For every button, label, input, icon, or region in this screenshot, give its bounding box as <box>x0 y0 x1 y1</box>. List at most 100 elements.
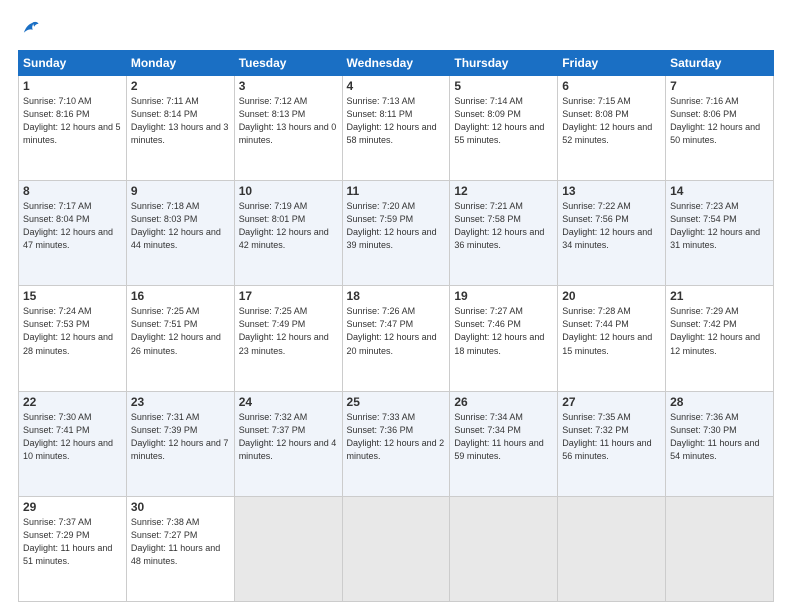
calendar-cell: 29 Sunrise: 7:37 AMSunset: 7:29 PMDayligh… <box>19 496 127 601</box>
calendar-cell: 1 Sunrise: 7:10 AMSunset: 8:16 PMDaylight… <box>19 76 127 181</box>
day-number: 9 <box>131 184 230 198</box>
calendar-cell: 18Sunrise: 7:26 AMSunset: 7:47 PMDayligh… <box>342 286 450 391</box>
calendar-header: SundayMondayTuesdayWednesdayThursdayFrid… <box>19 51 774 76</box>
day-detail: Sunrise: 7:15 AMSunset: 8:08 PMDaylight:… <box>562 95 661 147</box>
day-detail: Sunrise: 7:28 AMSunset: 7:44 PMDaylight:… <box>562 305 661 357</box>
day-number: 5 <box>454 79 553 93</box>
day-detail: Sunrise: 7:11 AMSunset: 8:14 PMDaylight:… <box>131 95 230 147</box>
calendar-cell: 28 Sunrise: 7:36 AMSunset: 7:30 PMDayligh… <box>666 391 774 496</box>
day-number: 20 <box>562 289 661 303</box>
calendar-cell <box>450 496 558 601</box>
logo-bird-icon <box>18 18 40 40</box>
calendar-cell: 25Sunrise: 7:33 AMSunset: 7:36 PMDayligh… <box>342 391 450 496</box>
calendar-cell: 20 Sunrise: 7:28 AMSunset: 7:44 PMDayligh… <box>558 286 666 391</box>
day-detail: Sunrise: 7:25 AMSunset: 7:49 PMDaylight:… <box>239 305 338 357</box>
day-number: 13 <box>562 184 661 198</box>
day-detail: Sunrise: 7:29 AMSunset: 7:42 PMDaylight:… <box>670 305 769 357</box>
day-detail: Sunrise: 7:27 AMSunset: 7:46 PMDaylight:… <box>454 305 553 357</box>
calendar-week-row: 15 Sunrise: 7:24 AMSunset: 7:53 PMDayligh… <box>19 286 774 391</box>
calendar-cell: 17 Sunrise: 7:25 AMSunset: 7:49 PMDayligh… <box>234 286 342 391</box>
day-number: 17 <box>239 289 338 303</box>
day-number: 26 <box>454 395 553 409</box>
day-detail: Sunrise: 7:31 AMSunset: 7:39 PMDaylight:… <box>131 411 230 463</box>
calendar-cell <box>234 496 342 601</box>
day-number: 3 <box>239 79 338 93</box>
day-detail: Sunrise: 7:34 AMSunset: 7:34 PMDaylight:… <box>454 411 553 463</box>
calendar-cell: 19 Sunrise: 7:27 AMSunset: 7:46 PMDayligh… <box>450 286 558 391</box>
day-detail: Sunrise: 7:36 AMSunset: 7:30 PMDaylight:… <box>670 411 769 463</box>
day-detail: Sunrise: 7:20 AMSunset: 7:59 PMDaylight:… <box>347 200 446 252</box>
calendar-cell: 10Sunrise: 7:19 AMSunset: 8:01 PMDayligh… <box>234 181 342 286</box>
day-number: 15 <box>23 289 122 303</box>
day-detail: Sunrise: 7:19 AMSunset: 8:01 PMDaylight:… <box>239 200 338 252</box>
day-number: 28 <box>670 395 769 409</box>
day-detail: Sunrise: 7:14 AMSunset: 8:09 PMDaylight:… <box>454 95 553 147</box>
calendar-cell <box>666 496 774 601</box>
day-number: 29 <box>23 500 122 514</box>
calendar-week-row: 8 Sunrise: 7:17 AMSunset: 8:04 PMDaylight… <box>19 181 774 286</box>
day-number: 16 <box>131 289 230 303</box>
day-detail: Sunrise: 7:16 AMSunset: 8:06 PMDaylight:… <box>670 95 769 147</box>
day-number: 22 <box>23 395 122 409</box>
day-number: 4 <box>347 79 446 93</box>
calendar-cell: 14 Sunrise: 7:23 AMSunset: 7:54 PMDayligh… <box>666 181 774 286</box>
calendar-cell: 6 Sunrise: 7:15 AMSunset: 8:08 PMDaylight… <box>558 76 666 181</box>
calendar-cell: 23 Sunrise: 7:31 AMSunset: 7:39 PMDayligh… <box>126 391 234 496</box>
day-detail: Sunrise: 7:30 AMSunset: 7:41 PMDaylight:… <box>23 411 122 463</box>
day-detail: Sunrise: 7:35 AMSunset: 7:32 PMDaylight:… <box>562 411 661 463</box>
calendar-cell: 3 Sunrise: 7:12 AMSunset: 8:13 PMDaylight… <box>234 76 342 181</box>
calendar-week-row: 1 Sunrise: 7:10 AMSunset: 8:16 PMDaylight… <box>19 76 774 181</box>
calendar-week-row: 29 Sunrise: 7:37 AMSunset: 7:29 PMDayligh… <box>19 496 774 601</box>
day-number: 27 <box>562 395 661 409</box>
calendar-cell: 5 Sunrise: 7:14 AMSunset: 8:09 PMDaylight… <box>450 76 558 181</box>
day-number: 14 <box>670 184 769 198</box>
day-detail: Sunrise: 7:32 AMSunset: 7:37 PMDaylight:… <box>239 411 338 463</box>
day-detail: Sunrise: 7:21 AMSunset: 7:58 PMDaylight:… <box>454 200 553 252</box>
weekday-header-sunday: Sunday <box>19 51 127 76</box>
weekday-header-thursday: Thursday <box>450 51 558 76</box>
calendar-cell: 7Sunrise: 7:16 AMSunset: 8:06 PMDaylight… <box>666 76 774 181</box>
calendar-page: SundayMondayTuesdayWednesdayThursdayFrid… <box>0 0 792 612</box>
day-number: 8 <box>23 184 122 198</box>
calendar-table: SundayMondayTuesdayWednesdayThursdayFrid… <box>18 50 774 602</box>
day-number: 24 <box>239 395 338 409</box>
calendar-cell: 22 Sunrise: 7:30 AMSunset: 7:41 PMDayligh… <box>19 391 127 496</box>
logo <box>18 18 44 40</box>
weekday-header-wednesday: Wednesday <box>342 51 450 76</box>
day-detail: Sunrise: 7:10 AMSunset: 8:16 PMDaylight:… <box>23 95 122 147</box>
weekday-header-friday: Friday <box>558 51 666 76</box>
calendar-cell: 27 Sunrise: 7:35 AMSunset: 7:32 PMDayligh… <box>558 391 666 496</box>
day-number: 12 <box>454 184 553 198</box>
day-detail: Sunrise: 7:17 AMSunset: 8:04 PMDaylight:… <box>23 200 122 252</box>
day-detail: Sunrise: 7:37 AMSunset: 7:29 PMDaylight:… <box>23 516 122 568</box>
calendar-cell: 9Sunrise: 7:18 AMSunset: 8:03 PMDaylight… <box>126 181 234 286</box>
calendar-cell: 4 Sunrise: 7:13 AMSunset: 8:11 PMDaylight… <box>342 76 450 181</box>
day-detail: Sunrise: 7:24 AMSunset: 7:53 PMDaylight:… <box>23 305 122 357</box>
day-detail: Sunrise: 7:12 AMSunset: 8:13 PMDaylight:… <box>239 95 338 147</box>
calendar-cell: 11 Sunrise: 7:20 AMSunset: 7:59 PMDayligh… <box>342 181 450 286</box>
day-detail: Sunrise: 7:13 AMSunset: 8:11 PMDaylight:… <box>347 95 446 147</box>
weekday-header-row: SundayMondayTuesdayWednesdayThursdayFrid… <box>19 51 774 76</box>
calendar-cell: 26 Sunrise: 7:34 AMSunset: 7:34 PMDayligh… <box>450 391 558 496</box>
weekday-header-tuesday: Tuesday <box>234 51 342 76</box>
calendar-body: 1 Sunrise: 7:10 AMSunset: 8:16 PMDaylight… <box>19 76 774 602</box>
weekday-header-monday: Monday <box>126 51 234 76</box>
day-detail: Sunrise: 7:25 AMSunset: 7:51 PMDaylight:… <box>131 305 230 357</box>
calendar-cell <box>558 496 666 601</box>
day-number: 6 <box>562 79 661 93</box>
day-detail: Sunrise: 7:23 AMSunset: 7:54 PMDaylight:… <box>670 200 769 252</box>
calendar-cell: 24 Sunrise: 7:32 AMSunset: 7:37 PMDayligh… <box>234 391 342 496</box>
calendar-cell <box>342 496 450 601</box>
day-number: 11 <box>347 184 446 198</box>
day-number: 30 <box>131 500 230 514</box>
calendar-cell: 21 Sunrise: 7:29 AMSunset: 7:42 PMDayligh… <box>666 286 774 391</box>
day-number: 21 <box>670 289 769 303</box>
calendar-week-row: 22 Sunrise: 7:30 AMSunset: 7:41 PMDayligh… <box>19 391 774 496</box>
day-number: 23 <box>131 395 230 409</box>
calendar-cell: 8 Sunrise: 7:17 AMSunset: 8:04 PMDaylight… <box>19 181 127 286</box>
calendar-cell: 15 Sunrise: 7:24 AMSunset: 7:53 PMDayligh… <box>19 286 127 391</box>
calendar-cell: 30Sunrise: 7:38 AMSunset: 7:27 PMDayligh… <box>126 496 234 601</box>
day-number: 19 <box>454 289 553 303</box>
day-number: 1 <box>23 79 122 93</box>
header <box>18 18 774 40</box>
